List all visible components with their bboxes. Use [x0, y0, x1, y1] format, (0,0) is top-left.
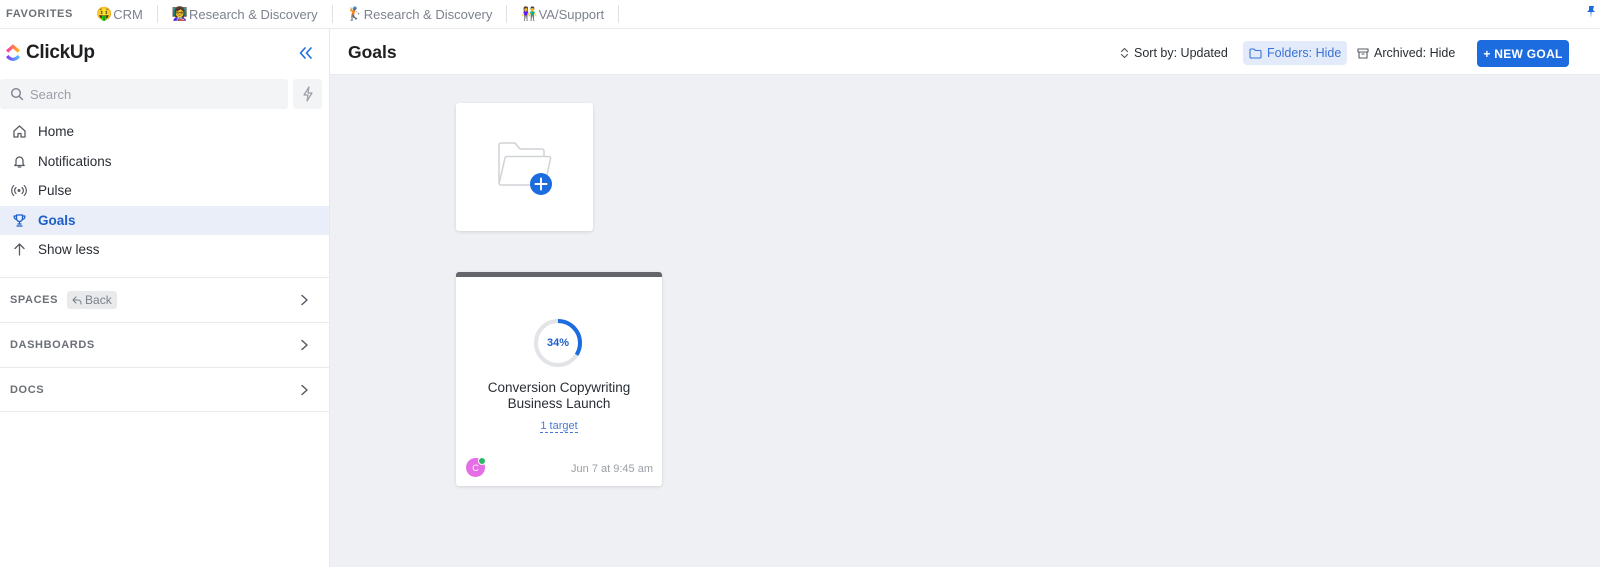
back-label: Back — [85, 293, 112, 307]
docs-section[interactable]: DOCS — [0, 367, 329, 412]
favorites-title: FAVORITES — [6, 8, 73, 20]
new-folder-card[interactable] — [456, 103, 593, 231]
sidebar-item-label: Pulse — [38, 183, 72, 199]
sidebar-item-home[interactable]: Home — [0, 117, 329, 147]
money-face-icon: 🤑 — [96, 6, 113, 21]
archived-toggle[interactable]: Archived: Hide — [1351, 41, 1461, 65]
favorite-label: Research & Discovery — [363, 6, 493, 22]
dashboards-title: DASHBOARDS — [10, 339, 95, 351]
sidebar-item-pulse[interactable]: Pulse — [0, 176, 329, 206]
sidebar-item-label: Goals — [38, 212, 76, 228]
favorites-bar: FAVORITES 🤑 CRM 👩‍🏫 Research & Discovery… — [0, 0, 1600, 29]
sidebar-nav: Home Notifications Pulse Goals Show less — [0, 117, 329, 265]
favorite-item-research-2[interactable]: 🏌️ Research & Discovery — [333, 5, 508, 23]
couple-icon: 👫 — [521, 6, 538, 21]
arrow-up-icon — [11, 242, 27, 258]
header: Goals Sort by: Updated Folders: Hide Arc… — [330, 29, 1600, 75]
favorite-label: Research & Discovery — [188, 6, 318, 22]
sort-label: Sort by: Updated — [1134, 46, 1228, 60]
goal-name[interactable]: Conversion Copywriting Business Launch — [466, 380, 652, 412]
home-icon — [11, 124, 27, 140]
favorite-item-va-support[interactable]: 👫 VA/Support — [507, 5, 620, 23]
goal-targets: 1 target — [456, 416, 662, 434]
sidebar-item-show-less[interactable]: Show less — [0, 235, 329, 265]
trophy-icon — [11, 212, 27, 228]
archived-label: Archived: Hide — [1374, 46, 1456, 60]
search-box[interactable] — [0, 79, 288, 109]
clickup-logo[interactable]: ClickUp — [4, 41, 95, 65]
back-button[interactable]: Back — [67, 291, 117, 309]
logo-text: ClickUp — [26, 42, 95, 63]
quick-actions-button[interactable] — [293, 79, 322, 109]
goal-updated-date: Jun 7 at 9:45 am — [571, 463, 653, 475]
progress-label: 34% — [546, 337, 570, 349]
sidebar-item-notifications[interactable]: Notifications — [0, 147, 329, 177]
clickup-logo-icon — [6, 44, 21, 61]
lightning-icon — [302, 86, 313, 102]
folders-toggle[interactable]: Folders: Hide — [1243, 41, 1348, 65]
sidebar: ClickUp Home Notifications — [0, 29, 330, 567]
dashboards-section[interactable]: DASHBOARDS — [0, 322, 329, 367]
bell-icon — [11, 153, 27, 169]
main-content: Goals Sort by: Updated Folders: Hide Arc… — [330, 29, 1600, 567]
spaces-title: SPACES — [10, 294, 59, 306]
goal-card[interactable]: 34% Conversion Copywriting Business Laun… — [456, 272, 662, 486]
double-chevron-left-icon — [299, 47, 312, 59]
folder-icon — [1249, 47, 1262, 59]
sort-icon — [1120, 47, 1129, 59]
docs-title: DOCS — [10, 384, 45, 396]
add-folder-icon — [498, 142, 552, 195]
new-goal-button[interactable]: + NEW GOAL — [1477, 40, 1569, 67]
collapse-sidebar-button[interactable] — [296, 43, 316, 63]
page-title: Goals — [348, 42, 397, 62]
sidebar-item-label: Home — [38, 124, 75, 140]
chevron-right-icon[interactable] — [298, 383, 310, 397]
search-icon — [10, 87, 24, 101]
sort-button[interactable]: Sort by: Updated — [1114, 41, 1234, 65]
chevron-right-icon[interactable] — [298, 338, 310, 352]
targets-link[interactable]: 1 target — [540, 420, 578, 433]
pin-icon[interactable] — [1584, 5, 1598, 19]
online-status-dot — [478, 457, 486, 465]
search-input[interactable] — [30, 86, 270, 102]
golfer-icon: 🏌️ — [346, 6, 363, 21]
favorite-item-crm[interactable]: 🤑 CRM — [86, 5, 158, 23]
favorite-label: CRM — [113, 6, 143, 22]
archive-icon — [1357, 47, 1369, 59]
spaces-section[interactable]: SPACES Back — [0, 277, 329, 322]
sidebar-item-goals[interactable]: Goals — [0, 205, 329, 235]
sidebar-item-label: Notifications — [38, 153, 112, 169]
teacher-icon: 👩‍🏫 — [171, 6, 188, 21]
sidebar-item-label: Show less — [38, 242, 100, 258]
favorite-label: VA/Support — [538, 6, 605, 22]
folders-label: Folders: Hide — [1267, 46, 1342, 60]
divider — [0, 411, 329, 412]
favorite-item-research-1[interactable]: 👩‍🏫 Research & Discovery — [158, 5, 333, 23]
chevron-right-icon[interactable] — [298, 293, 310, 307]
broadcast-icon — [11, 183, 27, 199]
undo-arrow-icon — [72, 295, 82, 305]
